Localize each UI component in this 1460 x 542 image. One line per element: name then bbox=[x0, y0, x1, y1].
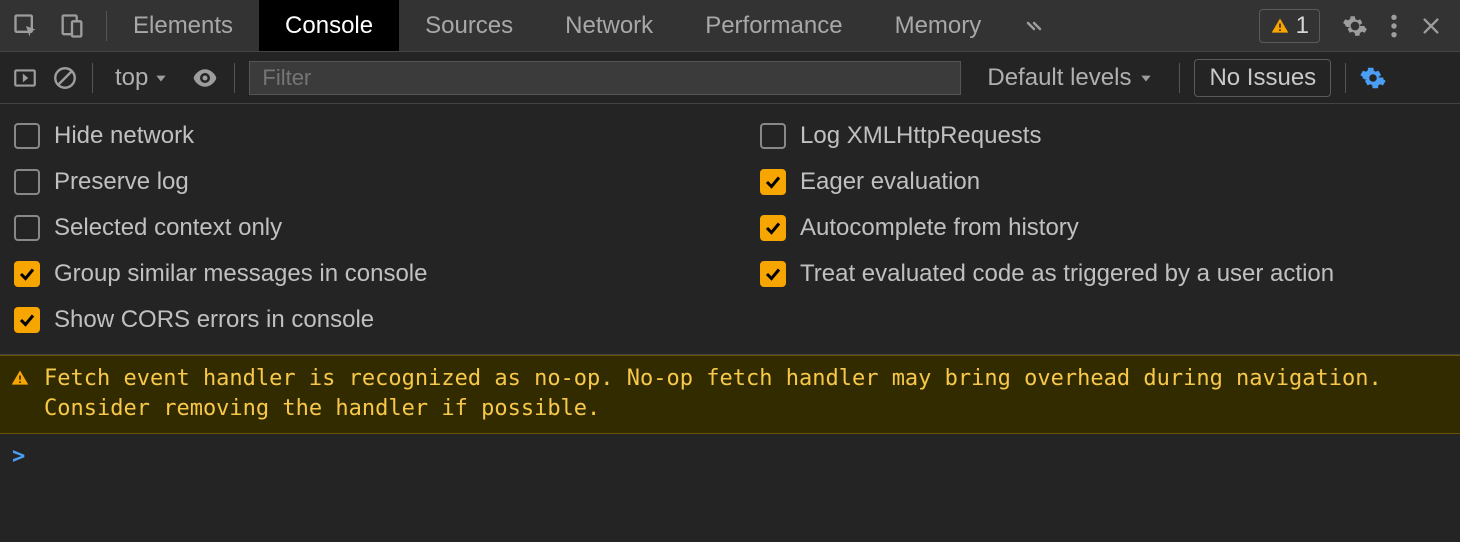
label-user-action: Treat evaluated code as triggered by a u… bbox=[800, 260, 1334, 288]
console-settings: Hide network Log XMLHttpRequests Preserv… bbox=[0, 104, 1460, 355]
toggle-sidebar-icon[interactable] bbox=[12, 65, 38, 91]
checkbox-log-xhr[interactable] bbox=[760, 123, 786, 149]
tab-console[interactable]: Console bbox=[259, 0, 399, 51]
checkbox-cors[interactable] bbox=[14, 307, 40, 333]
kebab-menu-icon[interactable] bbox=[1390, 13, 1398, 39]
settings-gear-icon[interactable] bbox=[1342, 13, 1368, 39]
label-preserve-log: Preserve log bbox=[54, 168, 189, 196]
checkbox-hide-network[interactable] bbox=[14, 123, 40, 149]
prompt-chevron-icon: > bbox=[12, 444, 25, 469]
opt-autocomplete: Autocomplete from history bbox=[760, 214, 1446, 242]
console-warning-text: Fetch event handler is recognized as no-… bbox=[44, 364, 1446, 423]
clear-console-icon[interactable] bbox=[52, 65, 78, 91]
context-label: top bbox=[115, 64, 148, 92]
warnings-badge[interactable]: 1 bbox=[1259, 9, 1320, 43]
checkbox-preserve-log[interactable] bbox=[14, 169, 40, 195]
panel-tabs: Elements Console Sources Network Perform… bbox=[107, 0, 1059, 51]
divider bbox=[234, 63, 235, 93]
context-selector[interactable]: top bbox=[107, 64, 176, 92]
label-cors: Show CORS errors in console bbox=[54, 306, 374, 334]
checkbox-group-similar[interactable] bbox=[14, 261, 40, 287]
log-levels-label: Default levels bbox=[987, 64, 1131, 92]
more-tabs-button[interactable] bbox=[1007, 0, 1059, 51]
label-log-xhr: Log XMLHttpRequests bbox=[800, 122, 1041, 150]
console-toolbar: top Default levels No Issues bbox=[0, 52, 1460, 104]
tab-performance[interactable]: Performance bbox=[679, 0, 868, 51]
divider bbox=[1345, 63, 1346, 93]
divider bbox=[92, 63, 93, 93]
tab-sources[interactable]: Sources bbox=[399, 0, 539, 51]
devtools-tabbar: Elements Console Sources Network Perform… bbox=[0, 0, 1460, 52]
log-levels-dropdown[interactable]: Default levels bbox=[975, 64, 1165, 92]
inspect-element-icon[interactable] bbox=[12, 12, 40, 40]
opt-preserve-log: Preserve log bbox=[14, 168, 700, 196]
tab-network[interactable]: Network bbox=[539, 0, 679, 51]
label-selected-ctx: Selected context only bbox=[54, 214, 282, 242]
issues-button[interactable]: No Issues bbox=[1194, 59, 1331, 97]
inspect-tools bbox=[0, 12, 106, 40]
opt-user-action: Treat evaluated code as triggered by a u… bbox=[760, 260, 1446, 288]
console-prompt[interactable]: > bbox=[0, 434, 1460, 479]
opt-cors: Show CORS errors in console bbox=[14, 306, 700, 334]
label-autocomplete: Autocomplete from history bbox=[800, 214, 1079, 242]
checkbox-user-action[interactable] bbox=[760, 261, 786, 287]
close-devtools-icon[interactable] bbox=[1420, 15, 1442, 37]
opt-group-similar: Group similar messages in console bbox=[14, 260, 700, 288]
checkbox-selected-ctx[interactable] bbox=[14, 215, 40, 241]
console-warning-row: Fetch event handler is recognized as no-… bbox=[0, 355, 1460, 434]
warnings-count: 1 bbox=[1296, 12, 1309, 40]
label-eager-eval: Eager evaluation bbox=[800, 168, 980, 196]
filter-input[interactable] bbox=[249, 61, 961, 95]
opt-log-xhr: Log XMLHttpRequests bbox=[760, 122, 1446, 150]
tab-elements[interactable]: Elements bbox=[107, 0, 259, 51]
device-toolbar-icon[interactable] bbox=[58, 12, 86, 40]
console-settings-gear-icon[interactable] bbox=[1360, 65, 1386, 91]
checkbox-eager-eval[interactable] bbox=[760, 169, 786, 195]
checkbox-autocomplete[interactable] bbox=[760, 215, 786, 241]
opt-selected-ctx: Selected context only bbox=[14, 214, 700, 242]
divider bbox=[1179, 63, 1180, 93]
live-expression-icon[interactable] bbox=[190, 63, 220, 93]
warning-icon bbox=[10, 367, 30, 423]
tab-memory[interactable]: Memory bbox=[869, 0, 1008, 51]
label-hide-network: Hide network bbox=[54, 122, 194, 150]
opt-eager-eval: Eager evaluation bbox=[760, 168, 1446, 196]
toolbar-right: 1 bbox=[1259, 9, 1460, 43]
label-group-similar: Group similar messages in console bbox=[54, 260, 428, 288]
opt-hide-network: Hide network bbox=[14, 122, 700, 150]
